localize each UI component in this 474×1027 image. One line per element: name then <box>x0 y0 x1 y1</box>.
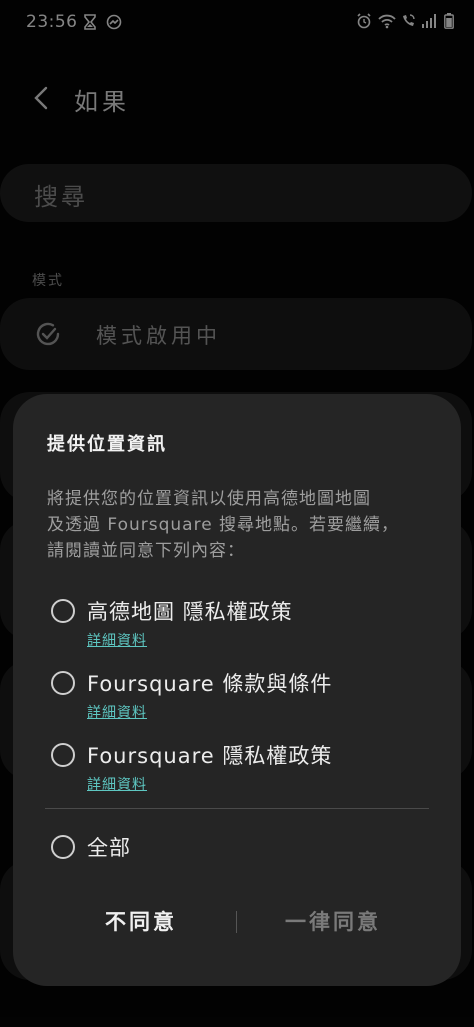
radio-button[interactable] <box>51 671 75 695</box>
location-consent-dialog: 提供位置資訊 將提供您的位置資訊以使用高德地圖地圖 及透過 Foursquare… <box>13 394 461 986</box>
screen: 23:56 如果 搜尋 模式 模式啟用中 提供位置資訊 將提供您的位置資訊以使用… <box>0 0 474 1027</box>
divider <box>45 808 429 809</box>
dialog-body-line: 及透過 Foursquare 搜尋地點。若要繼續， <box>47 515 400 535</box>
radio-button[interactable] <box>51 743 75 767</box>
radio-button[interactable] <box>51 599 75 623</box>
option-label: 高德地圖 隱私權政策 <box>87 600 293 624</box>
accept-all-button[interactable]: 一律同意 <box>233 900 433 944</box>
radio-button[interactable] <box>51 835 75 859</box>
option-label: Foursquare 條款與條件 <box>87 672 333 696</box>
details-link[interactable]: 詳細資料 <box>87 774 147 794</box>
option-label: Foursquare 隱私權政策 <box>87 744 333 768</box>
dialog-body-line: 請閱讀並同意下列內容： <box>47 541 245 561</box>
details-link[interactable]: 詳細資料 <box>87 702 147 722</box>
dialog-body: 將提供您的位置資訊以使用高德地圖地圖 及透過 Foursquare 搜尋地點。若… <box>47 486 437 564</box>
option-label: 全部 <box>87 836 131 860</box>
details-link[interactable]: 詳細資料 <box>87 630 147 650</box>
dialog-body-line: 將提供您的位置資訊以使用高德地圖地圖 <box>47 489 371 509</box>
decline-button[interactable]: 不同意 <box>41 900 241 944</box>
dialog-title: 提供位置資訊 <box>47 434 167 455</box>
